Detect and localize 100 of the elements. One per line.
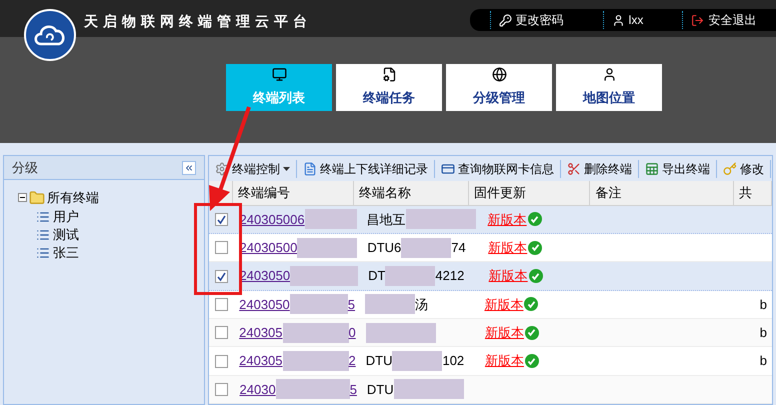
panel-title: 分级 [12, 158, 38, 177]
key-icon [498, 14, 512, 26]
terminal-name: 昌地互 [366, 210, 406, 229]
column-header[interactable]: 备注 [590, 181, 734, 205]
check-icon [528, 269, 543, 284]
table-cell: b [760, 353, 767, 368]
toolbar-button[interactable]: 查询物联网卡信息 [441, 160, 561, 178]
tab-icon [492, 67, 506, 82]
blur-mask [394, 379, 464, 400]
terminal-id-link[interactable]: 0 [348, 322, 356, 342]
blur-mask [290, 294, 348, 314]
table-row[interactable]: 240305 0 新版本 b [209, 319, 772, 348]
collapse-icon [184, 162, 194, 172]
terminal-id-link[interactable]: 2 [348, 351, 356, 371]
new-version-link[interactable]: 新版本 [484, 294, 524, 314]
toolbar-button[interactable]: 修改 [723, 160, 771, 178]
row-checkbox[interactable] [215, 298, 228, 311]
row-checkbox[interactable] [215, 270, 228, 283]
tree-node[interactable]: 测试 [36, 226, 204, 244]
gear-icon [215, 162, 229, 176]
row-checkbox[interactable] [215, 382, 228, 396]
column-header[interactable]: 终端名称 [354, 181, 469, 205]
terminal-name: 74 [451, 239, 466, 257]
tree-node[interactable]: 用户 [36, 208, 204, 226]
terminal-name: DTU [366, 380, 394, 399]
spreadsheet-icon [645, 162, 659, 176]
tree-node[interactable]: 张三 [36, 244, 204, 262]
terminal-id-link[interactable]: 240305006 [240, 210, 305, 230]
tab-icon [272, 67, 286, 82]
list-icon [36, 210, 50, 224]
user-link[interactable]: lxx [602, 11, 644, 29]
terminal-id-link[interactable]: 2403050 [239, 294, 290, 314]
terminal-name: DT [368, 267, 386, 286]
tab-icon [382, 67, 396, 82]
change-password-link[interactable]: 更改密码 [490, 11, 564, 29]
column-header[interactable]: 终端编号 [233, 181, 354, 205]
key-icon [723, 162, 737, 176]
exit-icon [691, 14, 704, 26]
new-version-link[interactable]: 新版本 [484, 322, 524, 342]
logo-icon [24, 9, 76, 61]
list-icon [36, 246, 50, 260]
check-icon [524, 354, 539, 368]
blur-mask [297, 238, 358, 258]
toolbar-button[interactable]: 删除终端 [567, 160, 639, 178]
logout-link[interactable]: 安全退出 [682, 11, 756, 29]
document-icon [303, 162, 317, 176]
blur-mask [406, 209, 476, 230]
terminal-id-link[interactable]: 5 [350, 380, 357, 400]
check-icon [528, 212, 542, 226]
terminal-name: 4212 [435, 267, 464, 286]
app-title: 天启物联网终端管理云平台 [84, 12, 312, 31]
blur-mask [401, 238, 452, 258]
row-checkbox[interactable] [215, 354, 228, 368]
table-cell: b [760, 324, 767, 340]
row-checkbox[interactable] [215, 241, 228, 254]
tree-node[interactable]: 所有终端 [18, 188, 204, 208]
blur-mask [304, 209, 357, 230]
terminal-id-link[interactable]: 24030500 [240, 238, 298, 258]
table-row[interactable]: 2403050 DT 4212 新版本 [209, 262, 772, 291]
toolbar-button[interactable]: 终端控制 [215, 160, 297, 178]
terminal-id-link[interactable]: 24030 [240, 380, 276, 400]
check-icon [524, 326, 539, 340]
terminal-name: 汤 [415, 296, 428, 314]
blur-mask [365, 294, 416, 314]
row-checkbox[interactable] [215, 212, 228, 226]
nav-tab[interactable]: 分级管理 [446, 64, 552, 111]
terminal-id-link[interactable]: 5 [348, 294, 356, 314]
check-icon [528, 240, 542, 255]
terminal-name: 102 [442, 352, 464, 370]
new-version-link[interactable]: 新版本 [484, 351, 524, 371]
column-header[interactable]: 固件更新 [468, 181, 590, 205]
caret-icon [283, 166, 290, 171]
terminal-id-link[interactable]: 2403050 [239, 266, 290, 286]
toolbar-button[interactable]: 导出终端 [645, 160, 717, 178]
card-icon [441, 162, 455, 176]
terminal-id-link[interactable]: 240305 [239, 351, 283, 371]
toolbar-button[interactable]: 终端上下线详细记录 [303, 160, 435, 178]
nav-tab[interactable]: 终端任务 [336, 64, 442, 111]
blur-mask [385, 266, 436, 286]
scissors-icon [567, 162, 581, 176]
tab-icon [602, 67, 616, 82]
row-checkbox[interactable] [215, 326, 228, 340]
blur-mask [366, 322, 436, 343]
blur-mask [282, 351, 349, 371]
table-row[interactable]: 240305006 昌地互 新版本 [209, 206, 772, 234]
user-icon [612, 14, 625, 26]
terminal-id-link[interactable]: 240305 [239, 322, 283, 342]
column-header[interactable]: 共 [734, 181, 772, 205]
new-version-link[interactable]: 新版本 [488, 238, 528, 258]
list-icon [36, 228, 50, 242]
table-row[interactable]: 2403050 5 汤 新版本 b [209, 290, 772, 320]
blur-mask [290, 266, 358, 286]
terminal-name: DTU6 [367, 239, 402, 257]
collapse-button[interactable] [182, 160, 196, 174]
table-row[interactable]: 24030 5 DTU [209, 376, 772, 404]
nav-tab[interactable]: 地图位置 [556, 64, 662, 111]
check-icon [524, 297, 538, 312]
terminal-name: DTU [366, 352, 392, 370]
blur-mask [392, 351, 442, 371]
folder-icon [29, 190, 45, 206]
